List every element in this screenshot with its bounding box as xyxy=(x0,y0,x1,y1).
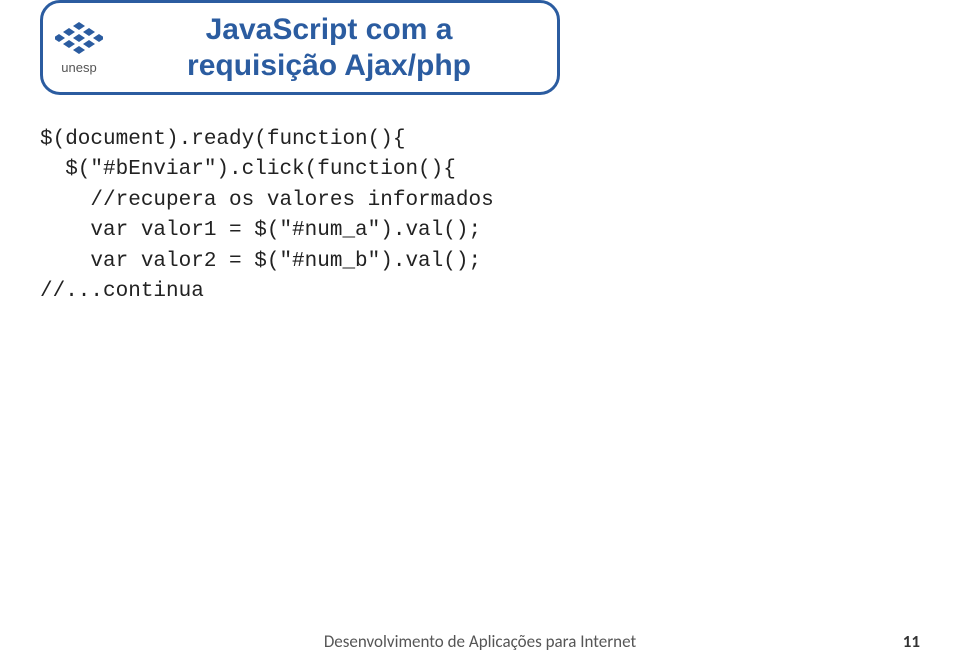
code-block: $(document).ready(function(){ $("#bEnvia… xyxy=(40,125,494,308)
title-block: JavaScript com a requisição Ajax/php xyxy=(113,12,545,84)
code-line: var valor1 = $("#num_a").val(); xyxy=(40,219,481,242)
code-line: $("#bEnviar").click(function(){ xyxy=(40,158,456,181)
footer: Desenvolvimento de Aplicações para Inter… xyxy=(0,631,960,652)
footer-text: Desenvolvimento de Aplicações para Inter… xyxy=(324,631,636,652)
title-line-1: JavaScript com a xyxy=(113,12,545,48)
header-box: unesp JavaScript com a requisição Ajax/p… xyxy=(40,0,560,95)
code-line: var valor2 = $("#num_b").val(); xyxy=(40,250,481,273)
unesp-logo-icon xyxy=(55,20,103,58)
code-line: //recupera os valores informados xyxy=(40,189,494,212)
logo-block: unesp xyxy=(55,20,103,75)
logo-label: unesp xyxy=(61,60,96,75)
page-number: 11 xyxy=(903,631,920,652)
code-line: $(document).ready(function(){ xyxy=(40,128,405,151)
code-line: //...continua xyxy=(40,280,204,303)
title-line-2: requisição Ajax/php xyxy=(113,48,545,84)
